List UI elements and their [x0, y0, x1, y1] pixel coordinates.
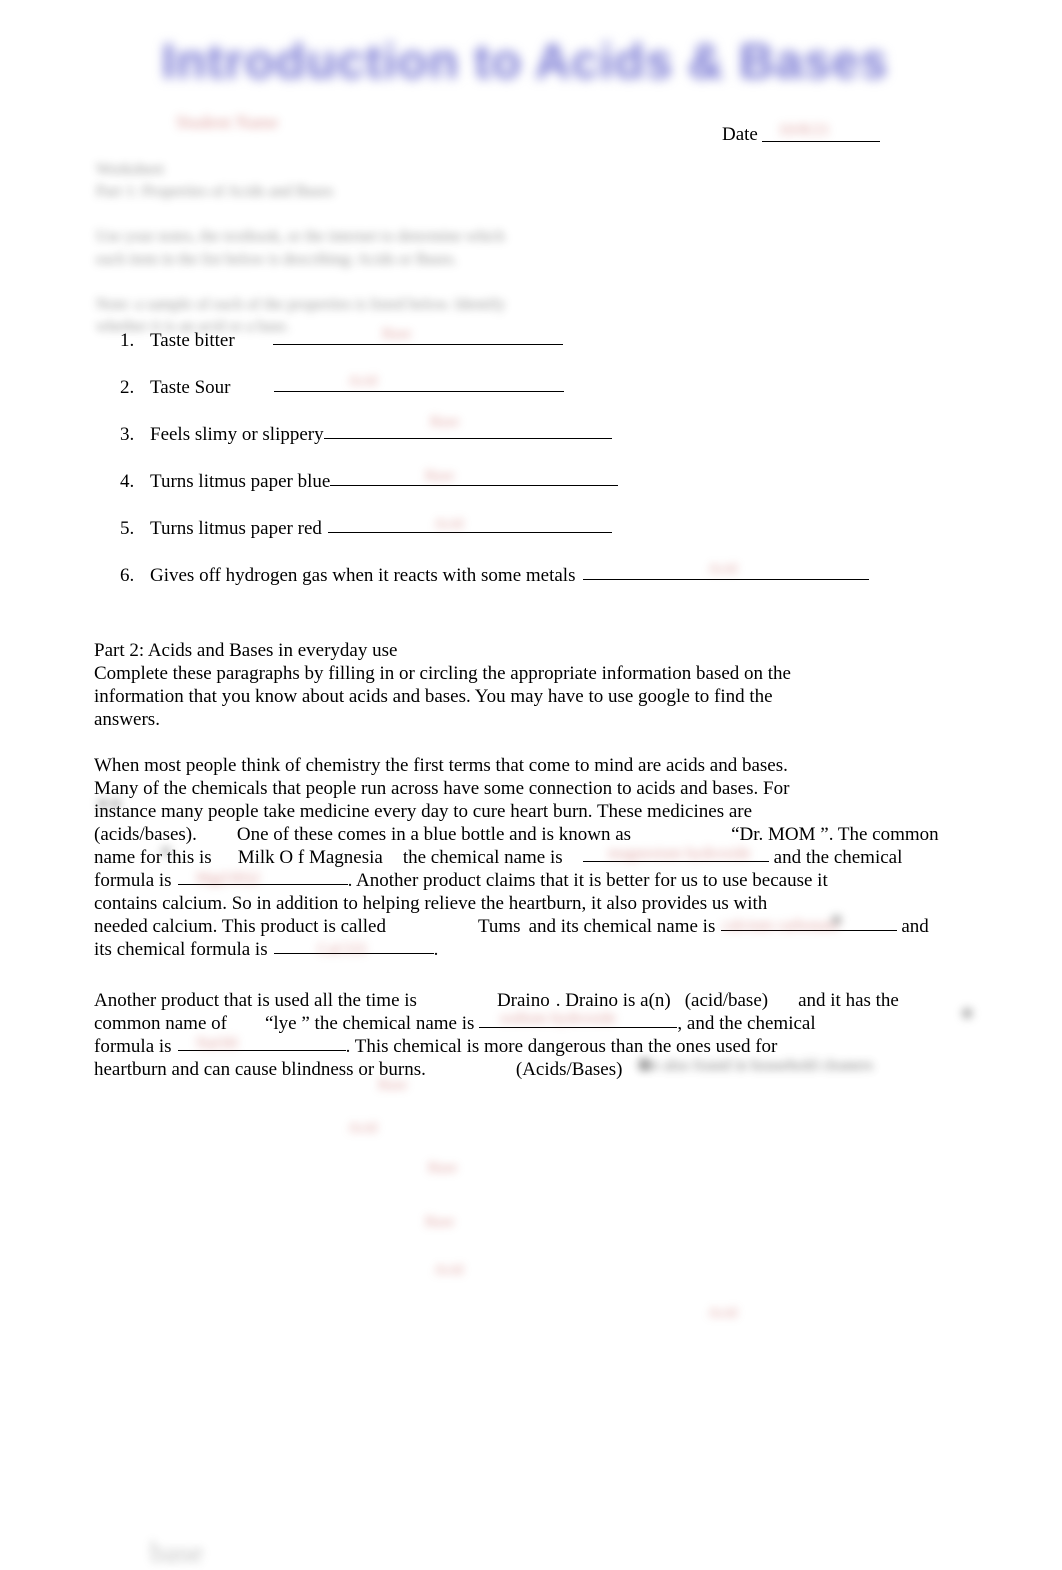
answer-blank[interactable] — [327, 532, 612, 533]
p2-line3-a: formula is — [94, 1036, 172, 1057]
p1-line5-a: name for this is — [94, 847, 212, 868]
list-item-label: Gives off hydrogen gas when it reacts wi… — [150, 565, 576, 586]
part1-heading-ghost-line2: Part 1: Properties of Acids and Bases — [96, 183, 334, 200]
chemical-name-blank-3[interactable] — [479, 1027, 678, 1028]
date-blank[interactable] — [761, 141, 880, 142]
list-item: 5. Turns litmus paper red — [120, 518, 940, 565]
acids-bases-choice[interactable]: (acids/bases). — [94, 824, 197, 845]
p1-line9-b: . — [433, 939, 439, 960]
list-item: 2. Taste Sour — [120, 377, 940, 424]
p2-line1-c: . Draino is a(n) — [555, 990, 671, 1011]
p1-line8: needed calcium. This product is called Tu… — [94, 915, 946, 938]
p1-line8-a: needed calcium. This product is called — [94, 916, 386, 937]
list-item-number: 4. — [120, 471, 135, 492]
milk-of-magnesia-text: Milk O f Magnesia — [237, 847, 383, 868]
p1-line3: instance many people take medicine every… — [94, 801, 753, 822]
part2-intro-line1: Complete these paragraphs by filling in … — [94, 663, 791, 684]
list-item-label: Taste Sour — [150, 377, 231, 398]
p1-line6: formula is . Another product claims that … — [94, 869, 946, 892]
answer-blank[interactable] — [274, 391, 565, 392]
p1-line4-mid: One of these comes in a blue bottle and … — [236, 824, 632, 845]
acids-bases-choice-2[interactable]: (Acids/Bases) — [516, 1059, 623, 1080]
p2-line1: Another product that is used all the tim… — [94, 989, 946, 1012]
p1-line8-d: and — [901, 916, 929, 937]
p1-line1: When most people think of chemistry the … — [94, 755, 788, 776]
part2-heading: Part 2: Acids and Bases in everyday use — [94, 640, 398, 661]
part1-instructions-ghost-line1: Use your notes, the textbook, or the int… — [96, 228, 505, 245]
list-item-label: Turns litmus paper red — [150, 518, 322, 539]
p2-line4: heartburn and can cause blindness or bur… — [94, 1058, 946, 1081]
list-item-label: Feels slimy or slippery — [150, 424, 324, 445]
tums-text: Tums — [477, 916, 521, 937]
bottom-smudge-ghost: base — [150, 1536, 204, 1569]
part2-intro-line3: answers. — [94, 709, 160, 730]
p1-line8-c: and its chemical name is — [528, 916, 716, 937]
p1-line7: contains calcium. So in addition to help… — [94, 893, 768, 914]
answer-blank[interactable] — [330, 485, 619, 486]
chemical-name-blank-1[interactable] — [582, 861, 769, 862]
chemical-formula-blank-3[interactable] — [177, 1050, 346, 1051]
paragraph-one: When most people think of chemistry the … — [94, 754, 946, 961]
list-item-number: 5. — [120, 518, 135, 539]
p2-line4-a: heartburn and can cause blindness or bur… — [94, 1059, 426, 1080]
paragraph-two: Another product that is used all the tim… — [94, 989, 946, 1081]
part1-heading-ghost-line1: Worksheet — [96, 161, 165, 178]
stray-ghost-2: Acid — [348, 1120, 378, 1136]
p2-line2-c: , and the chemical — [677, 1013, 816, 1034]
p2-line3-b: . This chemical is more dangerous than t… — [345, 1036, 778, 1057]
p2-line1-e: and it has the — [798, 990, 899, 1011]
list-item: 1. Taste bitter — [120, 330, 940, 377]
date-field: Date — [722, 124, 880, 146]
list-item: 3. Feels slimy or slippery — [120, 424, 940, 471]
chemical-formula-blank-1[interactable] — [177, 884, 348, 885]
acid-base-choice[interactable]: (acid/base) — [685, 990, 768, 1011]
stray-ghost-4: Base — [425, 1214, 455, 1230]
chemical-name-blank-2[interactable] — [721, 930, 898, 931]
list-item-label: Turns litmus paper blue — [150, 471, 331, 492]
stray-ghost-3: Base — [428, 1160, 458, 1176]
p2-line2-a: common name of — [94, 1013, 227, 1034]
p1-line5-d: and the chemical — [773, 847, 903, 868]
list-item-label: Taste bitter — [150, 330, 235, 351]
chemical-formula-blank-2[interactable] — [273, 953, 434, 954]
stray-ghost-6: Acid — [708, 1305, 738, 1321]
smudge-ghost-e: ● — [960, 1000, 975, 1026]
answer-blank[interactable] — [323, 438, 612, 439]
p1-line9-a: its chemical formula is — [94, 939, 268, 960]
lye-text: “lye ” the chemical name is — [264, 1013, 475, 1034]
part1-instructions-ghost-line2: each item in the list below is describin… — [96, 251, 458, 268]
answer-blank[interactable] — [272, 344, 563, 345]
p1-line6-b: . Another product claims that it is bett… — [347, 870, 828, 891]
stray-ghost-5: Acid — [434, 1262, 464, 1278]
p1-line5-c: the chemical name is — [402, 847, 563, 868]
part2-intro: Part 2: Acids and Bases in everyday use … — [94, 639, 946, 731]
page-title: Introduction to Acids & Bases — [161, 35, 889, 89]
answer-blank[interactable] — [583, 579, 870, 580]
p2-line3: formula is . This chemical is more danger… — [94, 1035, 946, 1058]
list-item-number: 2. — [120, 377, 135, 398]
worksheet-page: Introduction to Acids & Bases Student Na… — [0, 0, 1062, 1569]
p1-line2: Many of the chemicals that people run ac… — [94, 778, 790, 799]
p2-line2: common name of “lye ” the chemical name i… — [94, 1012, 946, 1035]
p1-line5: name for this is Milk O f Magnesia the che… — [94, 846, 946, 869]
p1-line4: (acids/bases). One of these comes in a bl… — [94, 823, 946, 846]
list-item: 6. Gives off hydrogen gas when it reacts … — [120, 565, 940, 612]
list-item: 4. Turns litmus paper blue — [120, 471, 940, 518]
p2-line1-a: Another product that is used all the tim… — [94, 990, 417, 1011]
draino-text: Draino — [496, 990, 550, 1011]
dr-mom-text: “Dr. MOM ”. The common — [731, 824, 939, 845]
date-label: Date — [722, 124, 758, 145]
list-item-number: 6. — [120, 565, 135, 586]
student-name-ghost: Student Name — [176, 112, 279, 132]
list-item-number: 3. — [120, 424, 135, 445]
p1-line6-a: formula is — [94, 870, 172, 891]
properties-list: 1. Taste bitter 2. Taste Sour 3. Feels slim… — [120, 330, 940, 612]
part1-instructions-ghost-line3: Note: a sample of each of the properties… — [96, 296, 506, 313]
part2-intro-line2: information that you know about acids an… — [94, 686, 773, 707]
list-item-number: 1. — [120, 330, 135, 351]
p1-line9: its chemical formula is. — [94, 938, 946, 961]
